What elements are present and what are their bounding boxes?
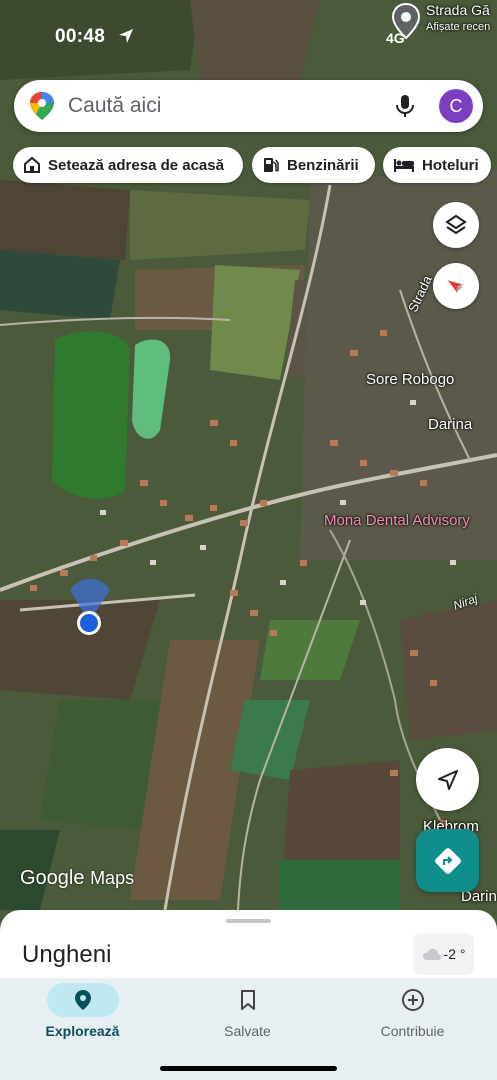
nav-contribute-label: Contribuie [380, 1023, 445, 1039]
chip-hotels[interactable]: Hoteluri [383, 147, 491, 183]
account-avatar[interactable]: C [439, 89, 473, 123]
nav-contribute-pill [377, 983, 449, 1017]
nav-tab-saved[interactable]: Salvate [165, 978, 330, 1048]
chip-home-label: Setează adresa de acasă [48, 156, 224, 174]
layers-icon [445, 214, 467, 235]
location-arrow-icon [119, 29, 133, 43]
bookmark-icon [240, 990, 255, 1010]
google-wordmark: Google [20, 867, 85, 889]
map-label-darina[interactable]: Darina [428, 416, 472, 433]
chip-hotels-label: Hoteluri [422, 156, 479, 174]
navigation-arrow-icon [437, 769, 458, 790]
gas-station-icon [264, 158, 279, 172]
directions-icon [434, 847, 461, 874]
chip-gas-stations[interactable]: Benzinării [252, 147, 375, 183]
google-maps-logo: Google Maps [20, 867, 134, 890]
recent-pin-icon[interactable] [392, 3, 420, 39]
google-maps-pin-icon [30, 92, 54, 120]
map-label-sore-robogo[interactable]: Sore Robogo [366, 371, 454, 388]
status-time: 00:48 [55, 26, 106, 47]
weather-temp: -2 ° [443, 946, 466, 962]
my-location-button[interactable] [416, 748, 479, 811]
chip-gas-label: Benzinării [287, 156, 359, 174]
nav-saved-label: Salvate [224, 1023, 271, 1039]
chip-set-home[interactable]: Setează adresa de acasă [13, 147, 243, 183]
place-name: Ungheni [22, 941, 112, 968]
nav-tab-explore[interactable]: Explorează [0, 978, 165, 1048]
weather-chip[interactable]: -2 ° [413, 933, 474, 975]
search-bar[interactable]: Caută aici C [14, 80, 483, 132]
map-label-street[interactable]: Strada Gă [426, 2, 490, 18]
add-circle-icon [401, 989, 424, 1011]
map-label-mona-dental[interactable]: Mona Dental Advisory [324, 512, 470, 529]
compass-icon [447, 280, 463, 293]
nav-explore-label: Explorează [45, 1023, 120, 1039]
home-indicator[interactable] [160, 1066, 337, 1071]
cloud-icon [422, 948, 441, 960]
layers-button[interactable] [433, 202, 479, 248]
location-pin-icon [74, 990, 91, 1010]
maps-wordmark: Maps [90, 868, 135, 888]
nav-explore-pill [46, 983, 119, 1017]
home-icon [24, 156, 40, 173]
nav-saved-pill [212, 983, 284, 1017]
bottom-navigation: Explorează Salvate Contribuie [0, 978, 497, 1080]
compass-button[interactable] [433, 263, 479, 309]
microphone-icon[interactable] [392, 93, 418, 119]
directions-button[interactable] [416, 829, 479, 892]
search-input[interactable]: Caută aici [68, 94, 161, 118]
bed-icon [394, 159, 414, 172]
nav-tab-contribute[interactable]: Contribuie [330, 978, 495, 1048]
sheet-drag-handle[interactable] [226, 919, 271, 923]
status-bar: 00:48 4G [0, 0, 497, 74]
map-label-recent: Afișate recen [426, 21, 491, 33]
